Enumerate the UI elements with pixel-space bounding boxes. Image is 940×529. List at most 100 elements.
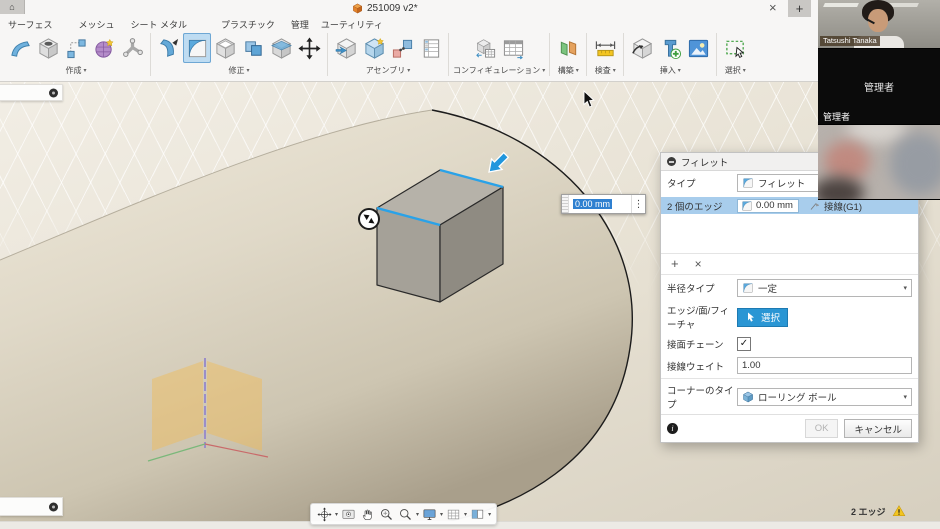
fillet-radius-manipulator[interactable] bbox=[359, 209, 379, 229]
ribbon-tab-5[interactable]: 管理 bbox=[291, 18, 309, 31]
corner-type-dropdown[interactable]: ローリング ボール ▾ bbox=[737, 388, 912, 406]
video-tile-participant-2[interactable]: 管理者 管理者 bbox=[818, 49, 940, 125]
pipe-icon[interactable] bbox=[118, 33, 146, 63]
ok-button[interactable]: OK bbox=[805, 419, 839, 438]
drag-handle[interactable] bbox=[562, 195, 569, 213]
warning-icon[interactable] bbox=[892, 504, 906, 518]
timeline-panel-collapsed[interactable] bbox=[0, 497, 63, 516]
tangent-weight-input[interactable]: 1.00 bbox=[737, 357, 912, 374]
ribbon-tab-1[interactable]: サーフェス bbox=[8, 18, 52, 31]
zoom-button[interactable] bbox=[379, 507, 394, 522]
ribbon-tab-bar: サーフェス メッシュ シート メタル プラスチック 管理ユーティリティ bbox=[8, 18, 383, 31]
ribbon-group: 選択▾ bbox=[717, 33, 753, 76]
select-button[interactable]: 選択 bbox=[737, 308, 788, 327]
select-icon[interactable] bbox=[721, 33, 749, 63]
form-icon[interactable] bbox=[90, 33, 118, 63]
pattern-icon[interactable] bbox=[62, 33, 90, 63]
config-table-icon[interactable] bbox=[499, 33, 527, 63]
browser-panel-collapsed[interactable] bbox=[0, 84, 63, 101]
display-settings-button[interactable] bbox=[422, 507, 437, 522]
ribbon-tab-2[interactable]: メッシュ bbox=[78, 18, 114, 31]
canvas-icon[interactable] bbox=[684, 33, 712, 63]
radius-input[interactable]: 0.00 mm bbox=[569, 195, 631, 213]
video-tile-participant-3[interactable] bbox=[818, 125, 940, 200]
fit-button[interactable] bbox=[398, 507, 413, 522]
construction-plane-icon[interactable] bbox=[554, 33, 582, 63]
chevron-down-icon: ▾ bbox=[576, 67, 579, 74]
ribbon-tab-6[interactable]: ユーティリティ bbox=[321, 18, 383, 31]
press-pull-icon[interactable] bbox=[155, 33, 183, 63]
fastener-icon[interactable] bbox=[656, 33, 684, 63]
combine-icon[interactable] bbox=[239, 33, 267, 63]
radius-type-dropdown[interactable]: 一定 ▾ bbox=[737, 279, 912, 297]
info-icon[interactable]: i bbox=[667, 423, 678, 434]
edge-set-list[interactable] bbox=[661, 214, 918, 254]
remove-edge-set-button[interactable]: × bbox=[695, 257, 702, 271]
ribbon-tab-3[interactable]: シート メタル bbox=[130, 18, 187, 31]
mouse-cursor bbox=[583, 90, 596, 109]
chevron-down-icon[interactable]: ▾ bbox=[488, 511, 491, 518]
viewports-button[interactable] bbox=[470, 507, 485, 522]
ribbon-group: 作成▾ bbox=[2, 33, 151, 76]
ribbon-group-label[interactable]: 作成▾ bbox=[65, 65, 86, 76]
video-call-panel: Tatsushi Tanaka 管理者 管理者 bbox=[818, 0, 940, 198]
chevron-down-icon[interactable]: ▾ bbox=[335, 511, 338, 518]
ribbon-group-label[interactable]: 修正▾ bbox=[228, 65, 249, 76]
home-tab[interactable]: ⌂ bbox=[0, 0, 25, 14]
orbit-button[interactable] bbox=[317, 507, 332, 522]
ribbon-group-label[interactable]: アセンブリ▾ bbox=[366, 65, 411, 76]
edge-radius-value: 0.00 mm bbox=[756, 200, 793, 211]
settings-gear-icon[interactable] bbox=[49, 502, 58, 511]
ribbon-group-label[interactable]: 選択▾ bbox=[725, 65, 746, 76]
measure-icon[interactable] bbox=[591, 33, 619, 63]
new-tab-button[interactable]: + bbox=[788, 0, 811, 17]
bom-icon[interactable] bbox=[416, 33, 444, 63]
tangent-chain-checkbox[interactable]: ✓ bbox=[737, 337, 751, 351]
video-tile-participant-1[interactable]: Tatsushi Tanaka bbox=[818, 0, 940, 49]
chevron-down-icon[interactable]: ▾ bbox=[440, 511, 443, 518]
model-body[interactable] bbox=[0, 110, 632, 529]
selection-status: 2 エッジ bbox=[851, 504, 906, 518]
edge-radius-input[interactable]: 0.00 mm bbox=[737, 199, 799, 213]
cancel-button[interactable]: キャンセル bbox=[844, 419, 912, 438]
command-icon bbox=[667, 157, 676, 166]
new-component-icon[interactable] bbox=[360, 33, 388, 63]
ribbon-tab-4[interactable]: プラスチック bbox=[221, 18, 275, 31]
fillet-icon[interactable] bbox=[183, 33, 211, 63]
hole-icon[interactable] bbox=[34, 33, 62, 63]
pan-button[interactable] bbox=[360, 507, 375, 522]
kebab-menu-icon[interactable]: ⋮ bbox=[631, 195, 645, 213]
ceiling-light bbox=[823, 3, 859, 7]
chevron-down-icon: ▾ bbox=[542, 67, 545, 74]
chevron-down-icon[interactable]: ▾ bbox=[416, 511, 419, 518]
insert-mesh-icon[interactable] bbox=[628, 33, 656, 63]
type-label: タイプ bbox=[667, 176, 737, 190]
joint-icon[interactable] bbox=[388, 33, 416, 63]
blurred-video bbox=[824, 141, 870, 181]
radius-input-value: 0.00 mm bbox=[573, 199, 612, 209]
split-body-icon[interactable] bbox=[267, 33, 295, 63]
chevron-down-icon[interactable]: ▾ bbox=[464, 511, 467, 518]
ribbon-group-label[interactable]: 挿入▾ bbox=[660, 65, 681, 76]
ribbon-group: 構築▾ bbox=[550, 33, 587, 76]
divider bbox=[661, 378, 918, 379]
add-edge-set-button[interactable]: + bbox=[671, 256, 679, 271]
select-button-label: 選択 bbox=[761, 310, 780, 324]
tangency-dropdown[interactable]: 接線(G1) bbox=[809, 199, 862, 213]
insert-derive-icon[interactable] bbox=[332, 33, 360, 63]
sweep-icon[interactable] bbox=[6, 33, 34, 63]
configure-icon[interactable] bbox=[471, 33, 499, 63]
ribbon-group: 検査▾ bbox=[587, 33, 624, 76]
document-tab[interactable]: 251009 v2* bbox=[352, 3, 418, 14]
ribbon-group-label[interactable]: 検査▾ bbox=[595, 65, 616, 76]
look-at-button[interactable] bbox=[341, 507, 356, 522]
move-icon[interactable] bbox=[295, 33, 323, 63]
ribbon-group-label[interactable]: コンフィギュレーション▾ bbox=[453, 65, 545, 76]
shell-icon[interactable] bbox=[211, 33, 239, 63]
ribbon-group-label[interactable]: 構築▾ bbox=[558, 65, 579, 76]
panel-toggle-icon[interactable] bbox=[49, 88, 58, 97]
ribbon-group: コンフィギュレーション▾ bbox=[449, 33, 550, 76]
close-tab-button[interactable]: × bbox=[769, 1, 777, 15]
grid-button[interactable] bbox=[446, 507, 461, 522]
corner-type-value: ローリング ボール bbox=[758, 390, 837, 404]
